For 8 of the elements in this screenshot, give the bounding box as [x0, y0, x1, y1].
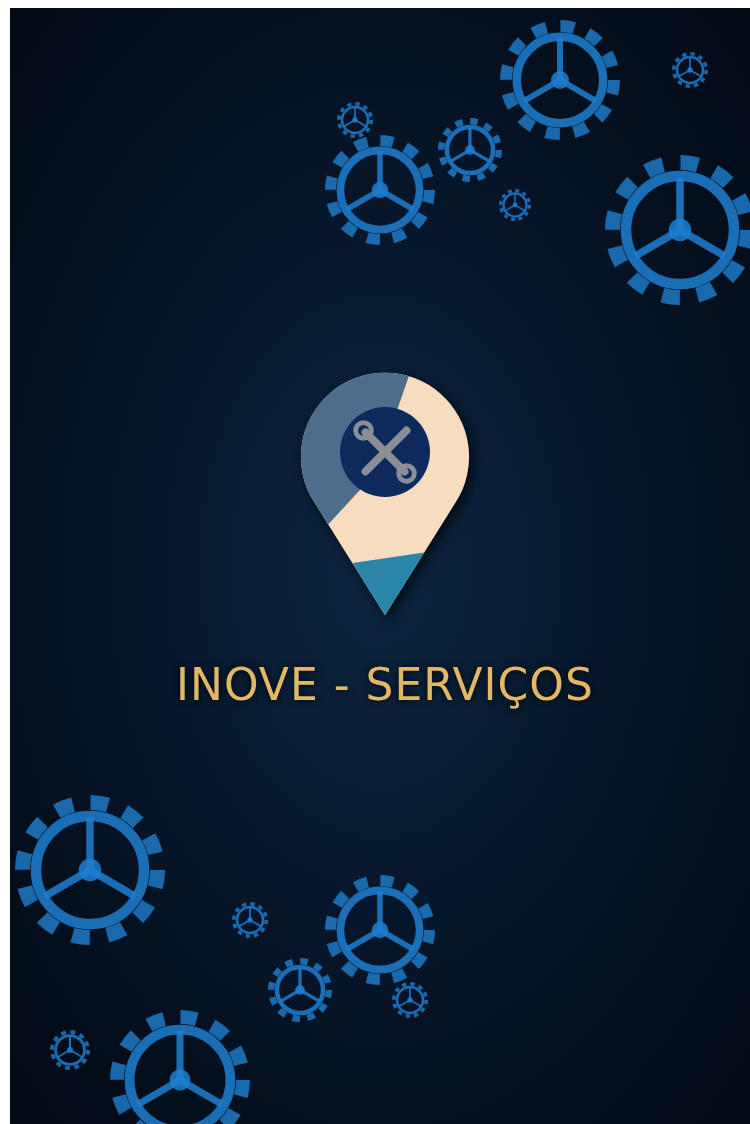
app-title: INOVE - SERVIÇOS: [176, 659, 594, 710]
gear-icon: [499, 189, 531, 221]
gear-icon: [232, 902, 268, 938]
gear-icon: [15, 795, 165, 945]
gear-icon: [110, 1010, 250, 1124]
gear-icon: [672, 52, 708, 88]
gear-icon: [605, 155, 750, 305]
gear-icon: [50, 1030, 90, 1070]
